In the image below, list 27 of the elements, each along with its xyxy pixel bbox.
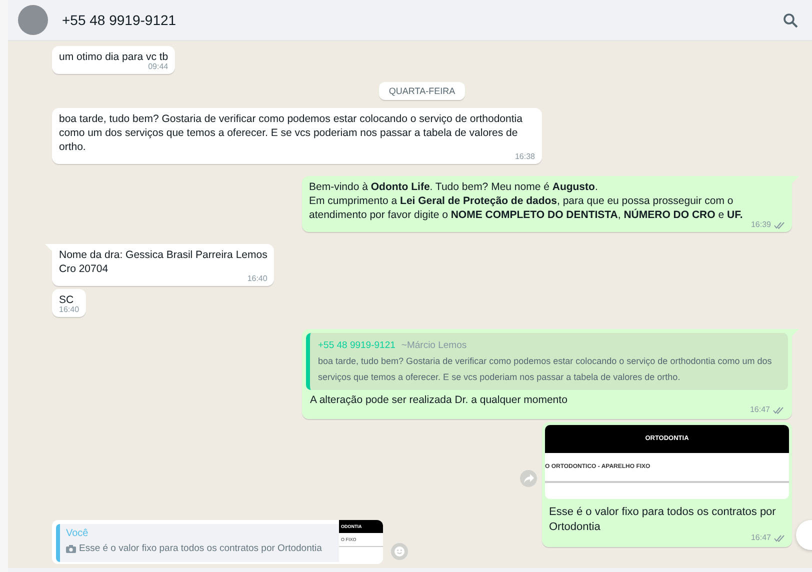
quoted-message[interactable]	[306, 333, 788, 390]
message-text: A alteração pode ser realizada Dr. a qualquer momento	[309, 393, 568, 407]
message-text: um otimo dia para vc tb	[59, 50, 168, 63]
date-chip: QUARTA-FEIRA	[378, 82, 466, 100]
quote-text: boa tarde, tudo bem? Gostaria de verificar como podemos estar colocando o serviço de orthodontia como um dos serviços que temos a oferecer. E se vcs poderiam nos passar a tabela de valores de ortho.	[318, 355, 773, 384]
message-text: Esse é o valor fixo para todos os contratos por Ortodontia	[548, 505, 777, 534]
reply-text: Esse é o valor fixo para todos os contratos por Ortodontia	[66, 543, 333, 554]
emoji-icon[interactable]	[391, 543, 408, 560]
quote-sender-name: ~Márcio Lemos	[401, 340, 467, 351]
camera-icon	[66, 544, 76, 552]
avatar[interactable]	[18, 5, 48, 35]
forward-icon[interactable]	[520, 470, 537, 487]
message-time: 16:40	[247, 274, 268, 284]
message-time: 16:47	[750, 405, 770, 415]
quote-author: +55 48 9919-9121	[318, 340, 396, 351]
search-icon[interactable]	[783, 12, 798, 28]
message-time: 16:40	[59, 305, 80, 315]
message-time: 16:47	[750, 533, 771, 543]
reply-author: Você	[66, 528, 90, 539]
message-text: Bem-vindo à Odonto Life. Tudo bem? Meu nome é Augusto. Em cumprimento a Lei Geral de Proteção de dados, para que eu possa prosseguir com o atendimento por favor digite o NOME COMPLETO DO DENTISTA, NÚMERO DO CRO e UF.	[309, 180, 744, 222]
message-time: 16:39	[750, 220, 771, 230]
message-time: 16:38	[514, 152, 535, 162]
contact-name: +55 48 9919-9121	[62, 12, 178, 28]
message-text: Nome da dra: Gessica Brasil Parreira Lemos Cro 20704	[59, 248, 268, 275]
message-text: boa tarde, tudo bem? Gostaria de verificar como podemos estar colocando o serviço de orthodontia como um dos serviços que temos a oferecer. E se vcs poderiam nos passar a tabela de valores de ortho.	[59, 112, 524, 153]
message-time: 09:44	[148, 62, 168, 72]
message-text: SC	[59, 293, 75, 306]
